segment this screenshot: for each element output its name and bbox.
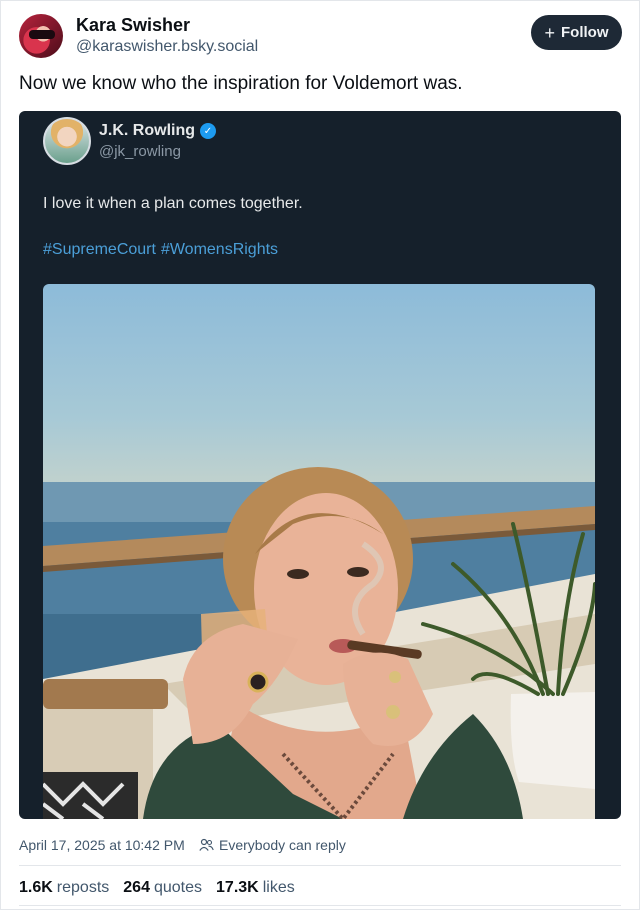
post-text: Now we know who the inspiration for Vold…	[19, 73, 463, 94]
post-container: Kara Swisher @karaswisher.bsky.social + …	[0, 0, 640, 910]
author-avatar[interactable]	[19, 14, 63, 58]
divider	[19, 905, 621, 906]
verified-badge-icon: ✓	[200, 123, 216, 139]
divider	[19, 865, 621, 866]
likes-stat[interactable]: 17.3K likes	[216, 879, 295, 897]
follow-label: Follow	[561, 24, 609, 41]
follow-button[interactable]: + Follow	[531, 15, 622, 50]
author-handle[interactable]: @karaswisher.bsky.social	[76, 38, 258, 56]
quoted-author-name: J.K. Rowling	[99, 122, 195, 139]
quoted-post-photo	[43, 284, 595, 819]
quoted-author-name-row: J.K. Rowling ✓	[99, 122, 216, 140]
hashtag: #WomensRights	[160, 241, 279, 258]
author-name[interactable]: Kara Swisher	[76, 15, 190, 36]
quoted-post-screenshot[interactable]: J.K. Rowling ✓ @jk_rowling I love it whe…	[19, 111, 621, 819]
quoted-author-avatar	[43, 117, 91, 165]
reply-setting[interactable]: Everybody can reply	[199, 837, 346, 853]
reply-setting-label: Everybody can reply	[219, 837, 346, 853]
quoted-post-text: I love it when a plan comes together.	[43, 195, 303, 212]
people-icon	[199, 838, 214, 851]
post-timestamp[interactable]: April 17, 2025 at 10:42 PM	[19, 837, 185, 853]
quoted-author-handle: @jk_rowling	[99, 143, 181, 160]
hashtag: #SupremeCourt	[43, 241, 156, 258]
reposts-stat[interactable]: 1.6K reposts	[19, 879, 109, 897]
engagement-stats: 1.6K reposts 264 quotes 17.3K likes	[19, 879, 295, 897]
plus-icon: +	[544, 22, 555, 43]
quoted-hashtags: #SupremeCourt #WomensRights	[43, 241, 283, 259]
quotes-stat[interactable]: 264 quotes	[123, 879, 202, 897]
